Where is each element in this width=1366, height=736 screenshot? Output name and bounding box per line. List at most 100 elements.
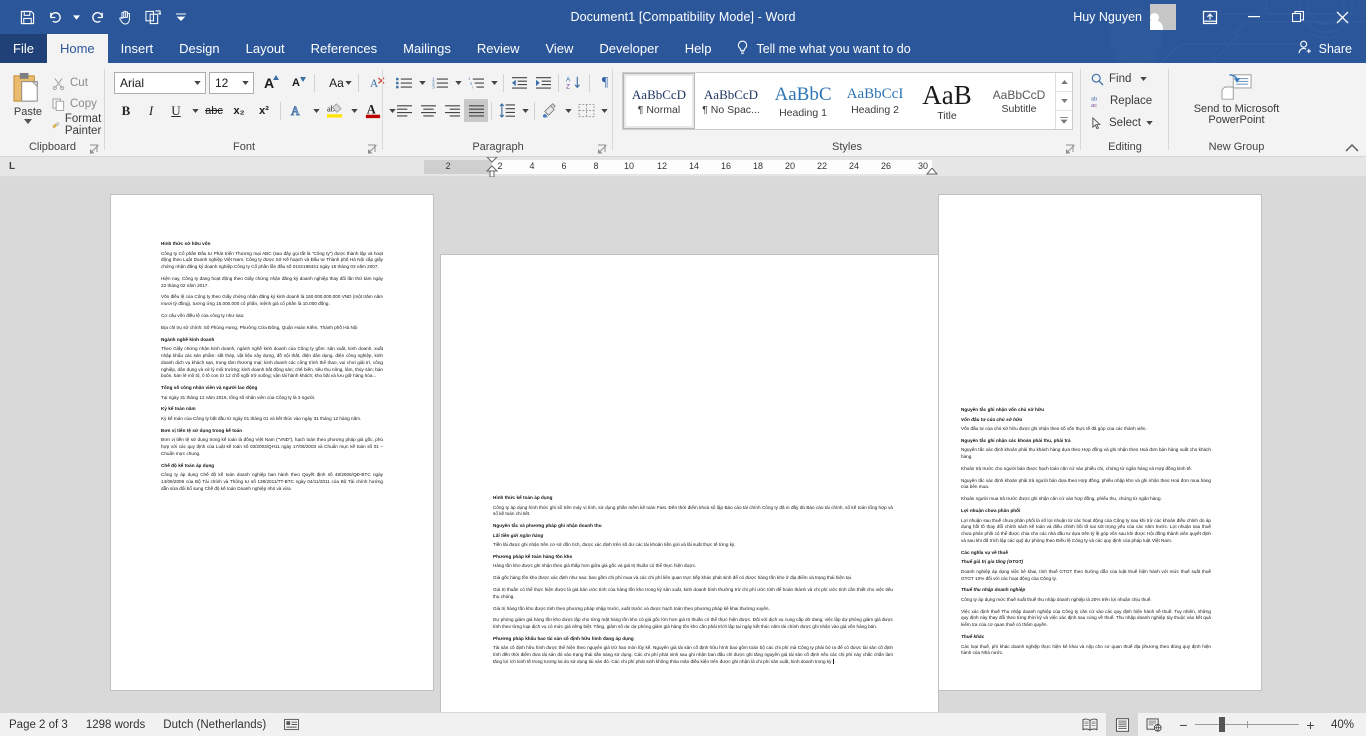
close-button[interactable]: [1320, 0, 1364, 34]
style-subtitle[interactable]: AaBbCcD Subtitle: [983, 73, 1055, 129]
bold-button[interactable]: B: [114, 99, 138, 122]
align-center-button[interactable]: [416, 99, 440, 122]
font-name-combo[interactable]: Arial: [114, 71, 206, 94]
send-to-powerpoint-button[interactable]: Send to Microsoft PowerPoint: [1177, 70, 1297, 128]
zoom-thumb[interactable]: [1219, 717, 1225, 732]
share-button[interactable]: Share: [1288, 34, 1366, 63]
tab-design[interactable]: Design: [166, 34, 232, 63]
tab-view[interactable]: View: [532, 34, 586, 63]
numbering-dropdown[interactable]: [452, 71, 464, 94]
justify-button[interactable]: [464, 99, 488, 122]
document-page-2[interactable]: Hình thức kế toán áp dụng Công ty áp dụn…: [441, 255, 938, 712]
format-painter-button[interactable]: Format Painter: [48, 113, 111, 137]
customize-qat-icon[interactable]: [168, 5, 194, 29]
subscript-button[interactable]: x₂: [227, 99, 251, 122]
language-indicator[interactable]: Dutch (Netherlands): [154, 713, 275, 736]
style-heading-1[interactable]: AaBbC Heading 1: [767, 73, 839, 129]
strikethrough-button[interactable]: abc: [202, 99, 226, 122]
tell-me-box[interactable]: Tell me what you want to do: [724, 34, 922, 63]
find-button[interactable]: Find: [1087, 69, 1151, 89]
ribbon-display-options-icon[interactable]: [1188, 0, 1232, 34]
multilevel-list-button[interactable]: 1ai: [464, 71, 488, 94]
increase-indent-button[interactable]: [531, 71, 555, 94]
select-button[interactable]: Select: [1087, 113, 1157, 133]
styles-scrollbar[interactable]: [1055, 73, 1072, 129]
page-2-body[interactable]: Hình thức kế toán áp dụng Công ty áp dụn…: [493, 495, 893, 666]
underline-button[interactable]: U: [164, 99, 188, 122]
borders-button[interactable]: [574, 99, 598, 122]
tab-file[interactable]: File: [0, 34, 47, 63]
page-3-body[interactable]: Nguyên tắc ghi nhận vốn chủ sở hữu Vốn đ…: [961, 407, 1211, 657]
text-effects-button[interactable]: A: [285, 99, 309, 122]
align-left-button[interactable]: [392, 99, 416, 122]
document-page-3[interactable]: Nguyên tắc ghi nhận vốn chủ sở hữu Vốn đ…: [939, 195, 1261, 690]
view-web-layout[interactable]: [1138, 713, 1170, 736]
style-heading-2[interactable]: AaBbCcI Heading 2: [839, 73, 911, 129]
document-page-1[interactable]: Hình thức sở hữu vốn Công ty Cổ phần Đầu…: [111, 195, 433, 690]
tab-mailings[interactable]: Mailings: [390, 34, 464, 63]
page-indicator[interactable]: Page 2 of 3: [0, 713, 77, 736]
borders-dropdown[interactable]: [598, 99, 610, 122]
page-1-body[interactable]: Hình thức sở hữu vốn Công ty Cổ phần Đầu…: [161, 241, 383, 493]
first-line-indent-marker[interactable]: [485, 157, 499, 177]
chevron-down-icon[interactable]: [190, 80, 205, 85]
grow-font-button[interactable]: A: [257, 71, 281, 94]
collapse-ribbon-icon[interactable]: [1344, 141, 1360, 155]
font-dialog-launcher-icon[interactable]: [367, 144, 378, 155]
shading-dropdown[interactable]: [562, 99, 574, 122]
clipboard-dialog-launcher-icon[interactable]: [89, 144, 100, 155]
numbering-button[interactable]: 123: [428, 71, 452, 94]
line-spacing-dropdown[interactable]: [519, 99, 531, 122]
proofing-icon[interactable]: [275, 713, 308, 736]
styles-scroll-up-icon[interactable]: [1056, 73, 1072, 92]
zoom-level[interactable]: 40%: [1324, 719, 1366, 731]
paragraph-dialog-launcher-icon[interactable]: [597, 144, 608, 155]
copy-button[interactable]: Copy: [48, 94, 111, 114]
tab-home[interactable]: Home: [46, 34, 108, 63]
save-icon[interactable]: [14, 5, 40, 29]
change-case-button[interactable]: Aa: [321, 71, 352, 94]
line-spacing-button[interactable]: [495, 99, 519, 122]
avatar[interactable]: [1150, 4, 1176, 30]
superscript-button[interactable]: x²: [252, 99, 276, 122]
sort-button[interactable]: AZ: [562, 71, 586, 94]
tab-insert[interactable]: Insert: [108, 34, 167, 63]
style-normal[interactable]: AaBbCcD ¶ Normal: [623, 73, 695, 129]
tab-layout[interactable]: Layout: [233, 34, 298, 63]
align-right-button[interactable]: [440, 99, 464, 122]
bullets-dropdown[interactable]: [416, 71, 428, 94]
bullets-button[interactable]: [392, 71, 416, 94]
font-size-combo[interactable]: 12: [209, 71, 254, 94]
duplicate-icon[interactable]: [140, 5, 166, 29]
view-read-mode[interactable]: [1074, 713, 1106, 736]
shrink-font-button[interactable]: A: [284, 71, 308, 94]
replace-button[interactable]: ab ac Replace: [1087, 91, 1156, 111]
styles-dialog-launcher-icon[interactable]: [1065, 144, 1076, 155]
styles-scroll-down-icon[interactable]: [1056, 92, 1072, 111]
style-title[interactable]: AaB Title: [911, 73, 983, 129]
tab-references[interactable]: References: [298, 34, 390, 63]
undo-dropdown-icon[interactable]: [70, 5, 82, 29]
highlight-dropdown[interactable]: [348, 99, 360, 122]
style-no-spacing[interactable]: AaBbCcD ¶ No Spac...: [695, 73, 767, 129]
restore-button[interactable]: [1276, 0, 1320, 34]
highlight-button[interactable]: ab: [323, 99, 347, 122]
minimize-button[interactable]: [1232, 0, 1276, 34]
tab-help[interactable]: Help: [672, 34, 725, 63]
tab-developer[interactable]: Developer: [586, 34, 671, 63]
horizontal-ruler[interactable]: L 2 2 4 6 8 10 12 14 16 18 20 22 24 26 3…: [0, 157, 1366, 177]
tab-selector[interactable]: L: [0, 161, 24, 172]
redo-icon[interactable]: [84, 5, 110, 29]
italic-button[interactable]: I: [139, 99, 163, 122]
zoom-in-button[interactable]: +: [1305, 717, 1316, 733]
chevron-down-icon[interactable]: [238, 80, 253, 85]
right-indent-marker[interactable]: [925, 168, 939, 176]
word-count[interactable]: 1298 words: [77, 713, 154, 736]
underline-dropdown[interactable]: [189, 99, 201, 122]
hand-icon[interactable]: [112, 5, 138, 29]
text-effects-dropdown[interactable]: [310, 99, 322, 122]
cut-button[interactable]: Cut: [48, 73, 111, 93]
undo-icon[interactable]: [42, 5, 68, 29]
view-print-layout[interactable]: [1106, 712, 1138, 736]
tab-review[interactable]: Review: [464, 34, 533, 63]
